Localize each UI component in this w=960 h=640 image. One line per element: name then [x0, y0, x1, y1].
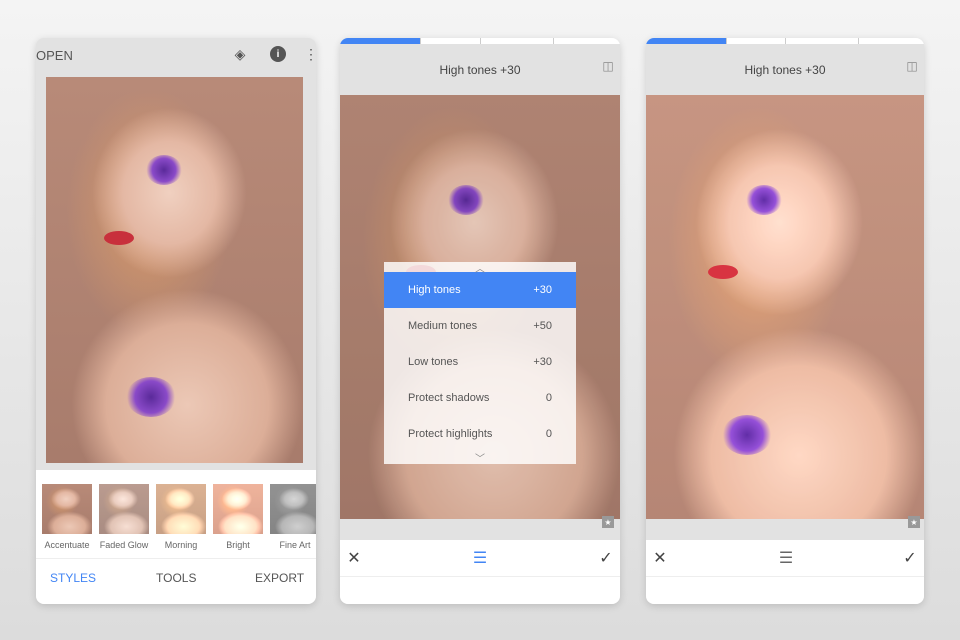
label: High tones [408, 284, 461, 296]
tab-export[interactable]: EXPORT [255, 571, 304, 585]
compare-icon[interactable]: ◫ [904, 58, 920, 74]
style-label: Faded Glow [99, 540, 149, 550]
open-button[interactable]: OPEN [36, 48, 73, 63]
check-icon[interactable]: ✓ [902, 548, 918, 568]
value: 0 [545, 428, 552, 440]
style-label: Accentuate [44, 540, 90, 550]
tab-tools[interactable]: TOOLS [156, 571, 196, 585]
label: Protect highlights [408, 428, 493, 440]
style-thumb-fine-art[interactable] [270, 484, 316, 534]
bottom-toolbar: ✕ ☰ ✓ [340, 540, 620, 604]
value: +30 [533, 284, 552, 296]
styles-screen: OPEN ◈ i ⋮ Accentuate Faded Glow Morning… [36, 38, 316, 604]
tune-image-menu-screen: High tones +30 ◫ ★ ︿ High tones +30 Mediu… [340, 38, 620, 604]
adjustment-title: High tones +30 [744, 62, 826, 77]
chevron-down-icon[interactable]: ﹀ [384, 452, 576, 465]
sliders-icon[interactable]: ☰ [776, 548, 796, 568]
value: +50 [533, 320, 552, 332]
chevron-up-icon[interactable]: ︿ [384, 262, 576, 275]
label: Medium tones [408, 320, 478, 332]
close-icon[interactable]: ✕ [346, 548, 362, 568]
menu-item-protect-shadows[interactable]: Protect shadows 0 [384, 380, 576, 416]
menu-item-protect-highlights[interactable]: Protect highlights 0 [384, 416, 576, 452]
photo-preview [46, 77, 303, 463]
compare-icon[interactable]: ◫ [600, 58, 616, 74]
value: 0 [545, 392, 552, 404]
close-icon[interactable]: ✕ [652, 548, 668, 568]
tune-image-result-screen: High tones +30 ◫ ★ ✕ ☰ ✓ [646, 38, 924, 604]
photo-preview [646, 95, 924, 519]
adjustment-menu: ︿ High tones +30 Medium tones +50 Low tone… [384, 262, 576, 465]
label: Protect shadows [408, 392, 490, 404]
style-thumb-bright[interactable] [213, 484, 263, 534]
menu-item-high-tones[interactable]: High tones +30 [384, 272, 576, 308]
bottom-toolbar: ✕ ☰ ✓ [646, 540, 924, 604]
label: Low tones [408, 356, 459, 368]
style-thumb-faded-glow[interactable] [99, 484, 149, 534]
style-thumb-accentuate[interactable] [42, 484, 92, 534]
bookmark-icon[interactable]: ★ [908, 516, 920, 528]
style-label: Bright [226, 540, 250, 550]
sliders-icon[interactable]: ☰ [470, 548, 490, 568]
style-label: Morning [164, 540, 198, 550]
menu-item-low-tones[interactable]: Low tones +30 [384, 344, 576, 380]
value: +30 [533, 356, 552, 368]
undo-layers-icon[interactable]: ◈ [230, 44, 250, 64]
bookmark-icon[interactable]: ★ [602, 516, 614, 528]
info-icon[interactable]: i [270, 46, 286, 62]
tab-styles[interactable]: STYLES [50, 571, 96, 585]
check-icon[interactable]: ✓ [598, 548, 614, 568]
adjustment-title: High tones +30 [439, 62, 521, 77]
style-label: Fine Art [279, 540, 311, 550]
more-vert-icon[interactable]: ⋮ [304, 44, 316, 64]
style-thumb-morning[interactable] [156, 484, 206, 534]
menu-item-medium-tones[interactable]: Medium tones +50 [384, 308, 576, 344]
